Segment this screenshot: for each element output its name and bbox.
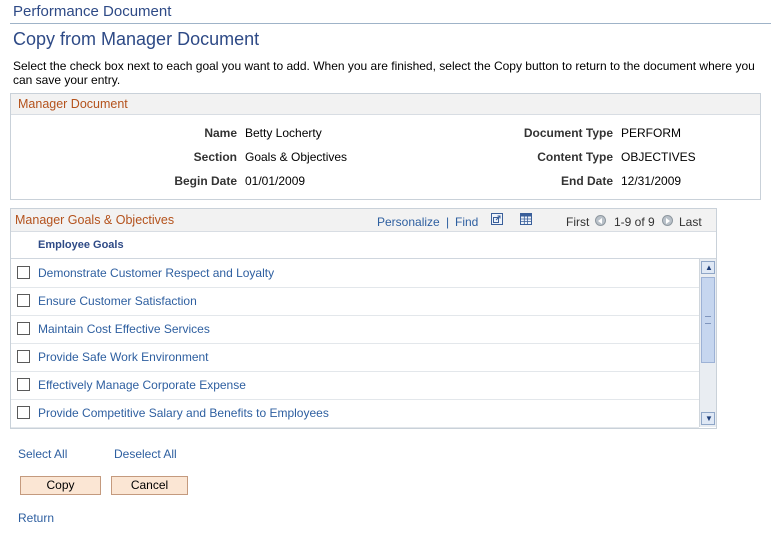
begin-date-value: 01/01/2009 bbox=[245, 174, 306, 188]
goals-grid: Manager Goals & Objectives Personalize |… bbox=[10, 208, 717, 429]
copy-button[interactable]: Copy bbox=[20, 476, 101, 495]
find-link[interactable]: Find bbox=[455, 215, 478, 229]
spreadsheet-icon[interactable] bbox=[520, 213, 532, 225]
goal-checkbox[interactable] bbox=[17, 266, 30, 279]
name-label: Name bbox=[204, 126, 237, 140]
last-label[interactable]: Last bbox=[679, 215, 702, 229]
goal-checkbox[interactable] bbox=[17, 406, 30, 419]
grid-header: Manager Goals & Objectives Personalize |… bbox=[11, 209, 716, 232]
personalize-link[interactable]: Personalize bbox=[377, 215, 440, 229]
document-type-label: Document Type bbox=[523, 126, 613, 140]
manager-document-title: Manager Document bbox=[18, 97, 128, 111]
goals-list: Demonstrate Customer Respect and Loyalty… bbox=[11, 259, 699, 428]
chevron-up-icon: ▲ bbox=[705, 263, 713, 272]
scroll-down-button[interactable]: ▼ bbox=[701, 412, 715, 425]
column-header-employee-goals[interactable]: Employee Goals bbox=[38, 239, 124, 251]
table-row: Maintain Cost Effective Services bbox=[11, 315, 699, 344]
goal-link[interactable]: Provide Safe Work Environment bbox=[38, 350, 209, 364]
next-arrow-icon[interactable] bbox=[662, 215, 673, 226]
table-row: Demonstrate Customer Respect and Loyalty bbox=[11, 259, 699, 288]
goal-link[interactable]: Demonstrate Customer Respect and Loyalty bbox=[38, 266, 274, 280]
return-link[interactable]: Return bbox=[18, 511, 54, 525]
table-row: Ensure Customer Satisfaction bbox=[11, 287, 699, 316]
goal-checkbox[interactable] bbox=[17, 350, 30, 363]
goal-checkbox[interactable] bbox=[17, 378, 30, 391]
name-value: Betty Locherty bbox=[245, 126, 322, 140]
row-range: 1-9 of 9 bbox=[614, 215, 655, 229]
goal-link[interactable]: Maintain Cost Effective Services bbox=[38, 322, 210, 336]
deselect-all-link[interactable]: Deselect All bbox=[114, 447, 177, 461]
first-label[interactable]: First bbox=[566, 215, 589, 229]
goal-link[interactable]: Ensure Customer Satisfaction bbox=[38, 294, 197, 308]
cancel-button[interactable]: Cancel bbox=[111, 476, 188, 495]
content-type-label: Content Type bbox=[537, 150, 613, 164]
goal-checkbox[interactable] bbox=[17, 322, 30, 335]
section-value: Goals & Objectives bbox=[245, 150, 348, 164]
new-window-icon[interactable] bbox=[491, 213, 503, 225]
previous-arrow-icon[interactable] bbox=[595, 215, 606, 226]
goal-link[interactable]: Provide Competitive Salary and Benefits … bbox=[38, 406, 329, 420]
end-date-value: 12/31/2009 bbox=[621, 174, 682, 188]
breadcrumb-divider bbox=[10, 23, 771, 24]
content-type-value: OBJECTIVES bbox=[621, 150, 696, 164]
table-row: Provide Competitive Salary and Benefits … bbox=[11, 399, 699, 428]
manager-document-header: Manager Document bbox=[11, 94, 760, 115]
end-date-label: End Date bbox=[560, 174, 613, 188]
breadcrumb: Performance Document bbox=[13, 3, 172, 20]
chevron-down-icon: ▼ bbox=[705, 414, 713, 423]
page-title: Copy from Manager Document bbox=[13, 29, 260, 49]
column-header-row: Employee Goals bbox=[11, 232, 716, 259]
scroll-up-button[interactable]: ▲ bbox=[701, 261, 715, 274]
goal-checkbox[interactable] bbox=[17, 294, 30, 307]
table-row: Effectively Manage Corporate Expense bbox=[11, 371, 699, 400]
document-type-value: PERFORM bbox=[621, 126, 681, 140]
scroll-thumb[interactable] bbox=[701, 277, 715, 363]
table-row: Provide Safe Work Environment bbox=[11, 343, 699, 372]
select-all-link[interactable]: Select All bbox=[18, 447, 67, 461]
nav-separator: | bbox=[446, 215, 450, 229]
section-label: Section bbox=[193, 150, 237, 164]
manager-document-group: Manager Document Name Betty Locherty Sec… bbox=[10, 93, 761, 200]
grip-icon bbox=[705, 316, 711, 324]
begin-date-label: Begin Date bbox=[174, 174, 237, 188]
goal-link[interactable]: Effectively Manage Corporate Expense bbox=[38, 378, 246, 392]
instructions-text: Select the check box next to each goal y… bbox=[13, 59, 755, 87]
grid-title: Manager Goals & Objectives bbox=[15, 213, 175, 227]
vertical-scrollbar[interactable]: ▲ ▼ bbox=[699, 259, 716, 427]
